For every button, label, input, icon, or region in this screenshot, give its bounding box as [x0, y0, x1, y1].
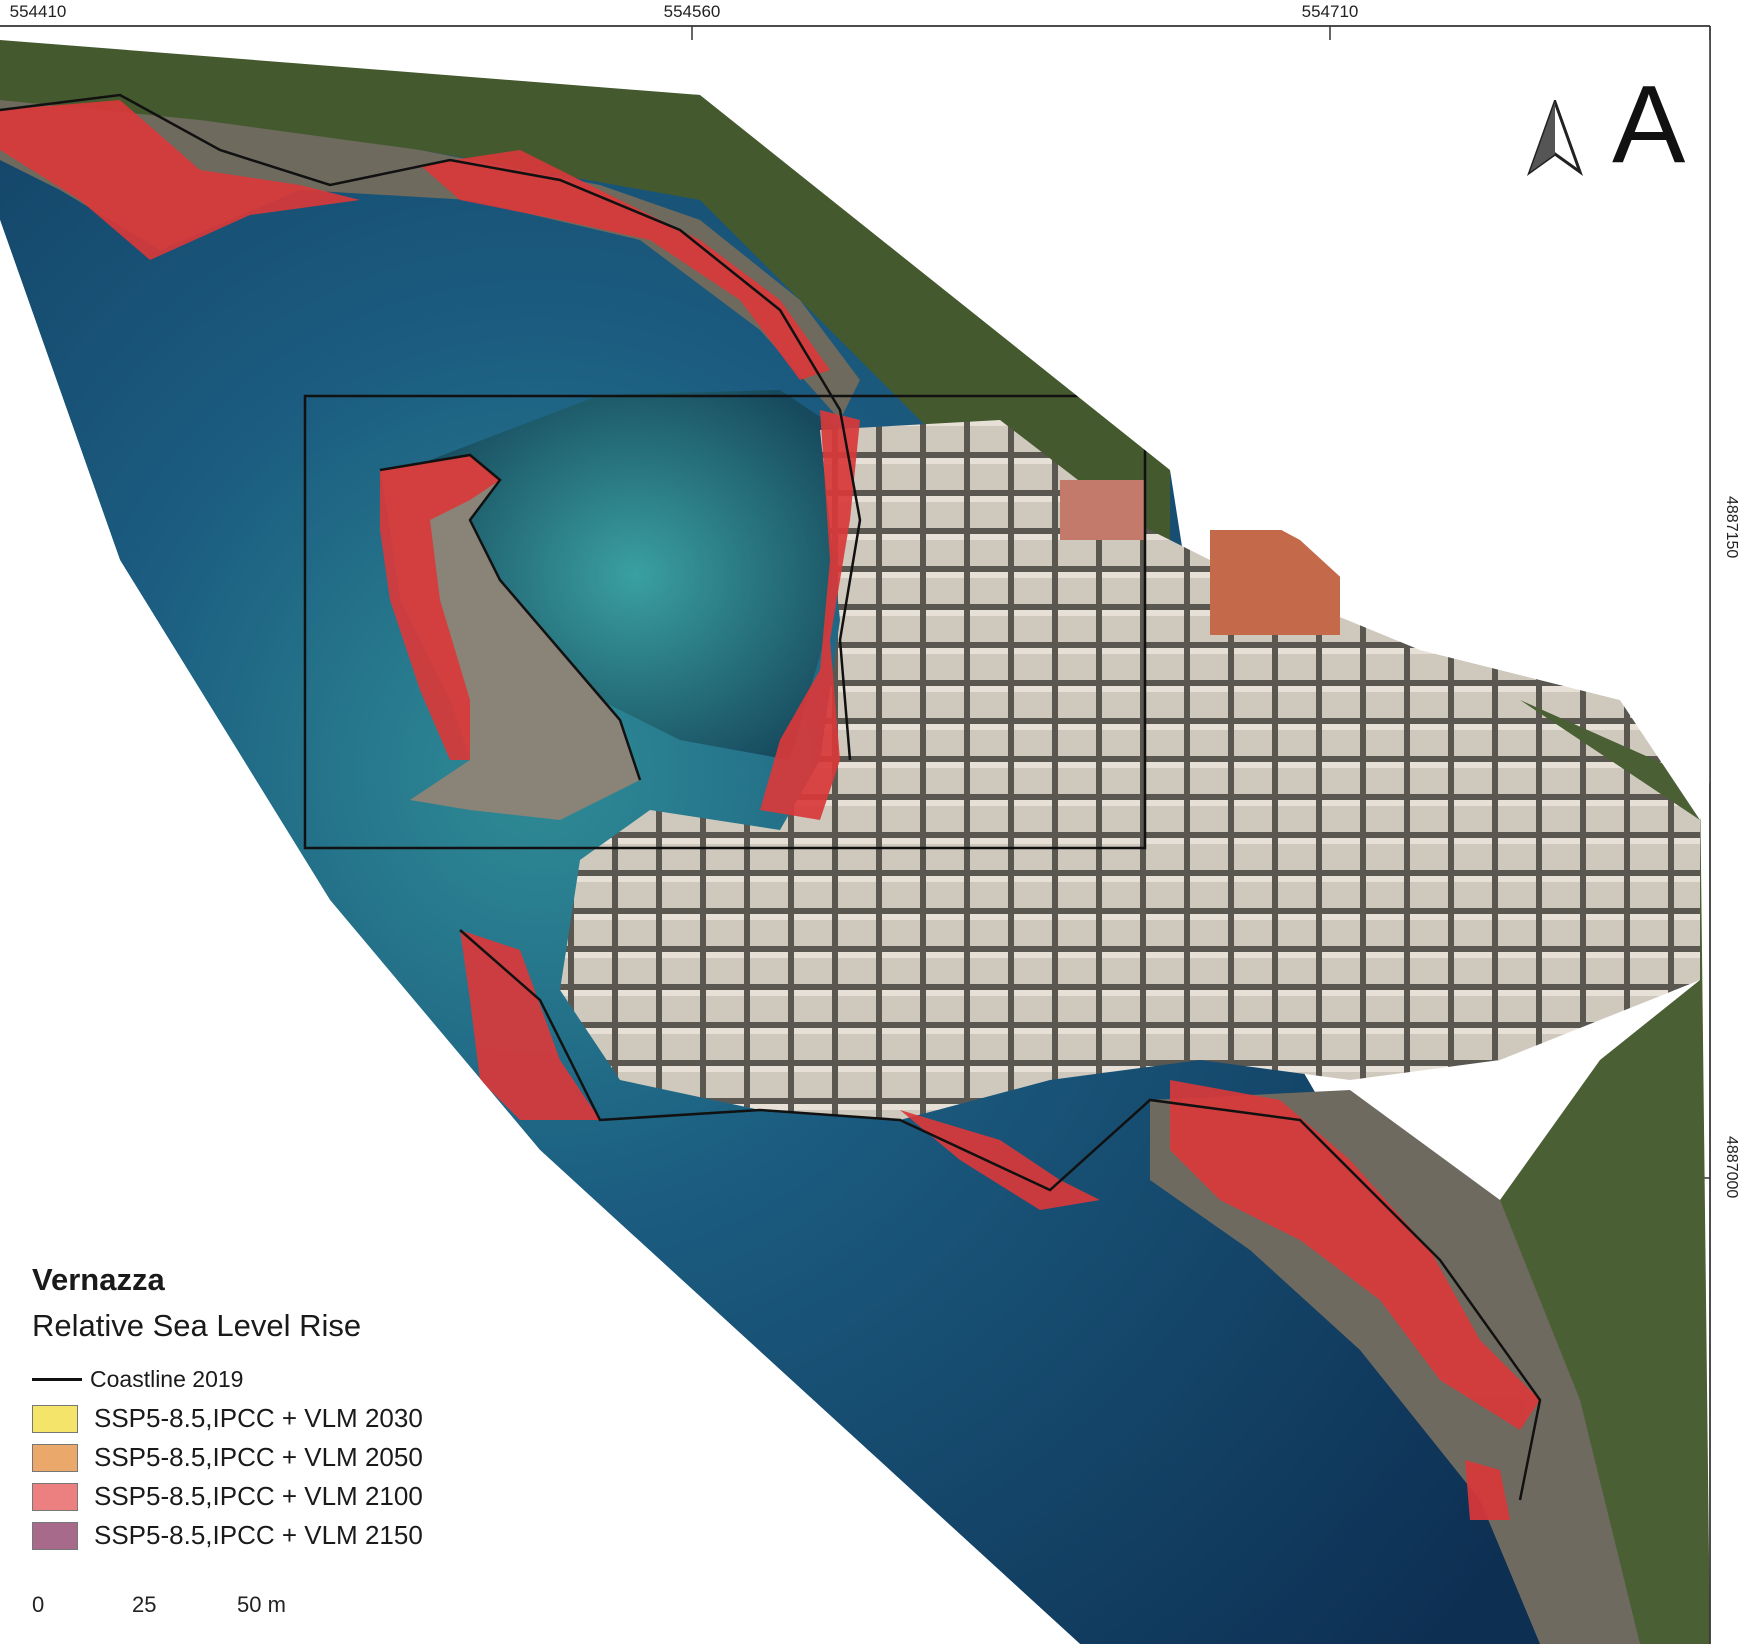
map-legend: Vernazza Relative Sea Level Rise Coastli… — [32, 1262, 423, 1555]
scale-tick-25: 25 — [132, 1592, 157, 1617]
coord-right-1: 4887150 — [1723, 496, 1740, 559]
swatch-2100 — [32, 1482, 78, 1511]
scale-tick-50: 50 m — [237, 1592, 286, 1617]
red-roof-building — [1060, 480, 1145, 540]
legend-subtitle: Relative Sea Level Rise — [32, 1308, 362, 1343]
legend-coastline-row: Coastline 2019 — [32, 1360, 423, 1399]
legend-item-2050: SSP5-8.5,IPCC + VLM 2050 — [32, 1438, 423, 1477]
swatch-2150 — [32, 1521, 78, 1550]
coord-top-3: 554710 — [1301, 2, 1359, 21]
legend-label-2100: SSP5-8.5,IPCC + VLM 2100 — [94, 1481, 423, 1511]
legend-item-2030: SSP5-8.5,IPCC + VLM 2030 — [32, 1399, 423, 1438]
north-arrow-icon — [1526, 100, 1584, 177]
coastline-line-symbol — [32, 1378, 82, 1381]
legend-label-2150: SSP5-8.5,IPCC + VLM 2150 — [94, 1520, 423, 1550]
coord-top-1: 554410 — [9, 2, 67, 21]
scale-bar: 0 25 50 m — [32, 1592, 332, 1642]
legend-item-2100: SSP5-8.5,IPCC + VLM 2100 — [32, 1477, 423, 1516]
legend-label-2050: SSP5-8.5,IPCC + VLM 2050 — [94, 1442, 423, 1472]
legend-coastline-label: Coastline 2019 — [90, 1366, 244, 1392]
legend-label-2030: SSP5-8.5,IPCC + VLM 2030 — [94, 1403, 423, 1433]
legend-item-2150: SSP5-8.5,IPCC + VLM 2150 — [32, 1516, 423, 1555]
coord-top-2: 554560 — [663, 2, 721, 21]
coord-right-2: 4887000 — [1723, 1136, 1740, 1199]
swatch-2050 — [32, 1443, 78, 1472]
scale-tick-0: 0 — [32, 1592, 45, 1617]
legend-place-name: Vernazza — [32, 1262, 165, 1297]
panel-letter: A — [1612, 63, 1686, 186]
swatch-2030 — [32, 1404, 78, 1433]
